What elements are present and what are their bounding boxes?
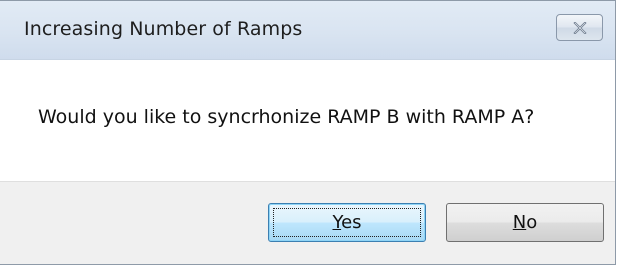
dialog-footer: Yes No — [0, 181, 615, 264]
no-button-label: No — [513, 212, 537, 233]
no-label-rest: o — [526, 212, 538, 233]
close-button[interactable] — [556, 14, 603, 41]
close-icon — [572, 21, 587, 34]
dialog-content: Would you like to syncrhonize RAMP B wit… — [0, 60, 615, 181]
yes-mnemonic: Y — [332, 212, 342, 233]
dialog-message: Would you like to syncrhonize RAMP B wit… — [38, 106, 535, 128]
yes-button[interactable]: Yes — [268, 203, 426, 242]
yes-label-rest: es — [341, 212, 362, 233]
title-bar[interactable]: Increasing Number of Ramps — [0, 1, 615, 60]
dialog-title: Increasing Number of Ramps — [24, 18, 303, 40]
no-button[interactable]: No — [446, 203, 604, 242]
yes-button-label: Yes — [332, 212, 361, 233]
dialog-window: Increasing Number of Ramps Would you lik… — [0, 0, 616, 265]
no-mnemonic: N — [512, 212, 527, 233]
